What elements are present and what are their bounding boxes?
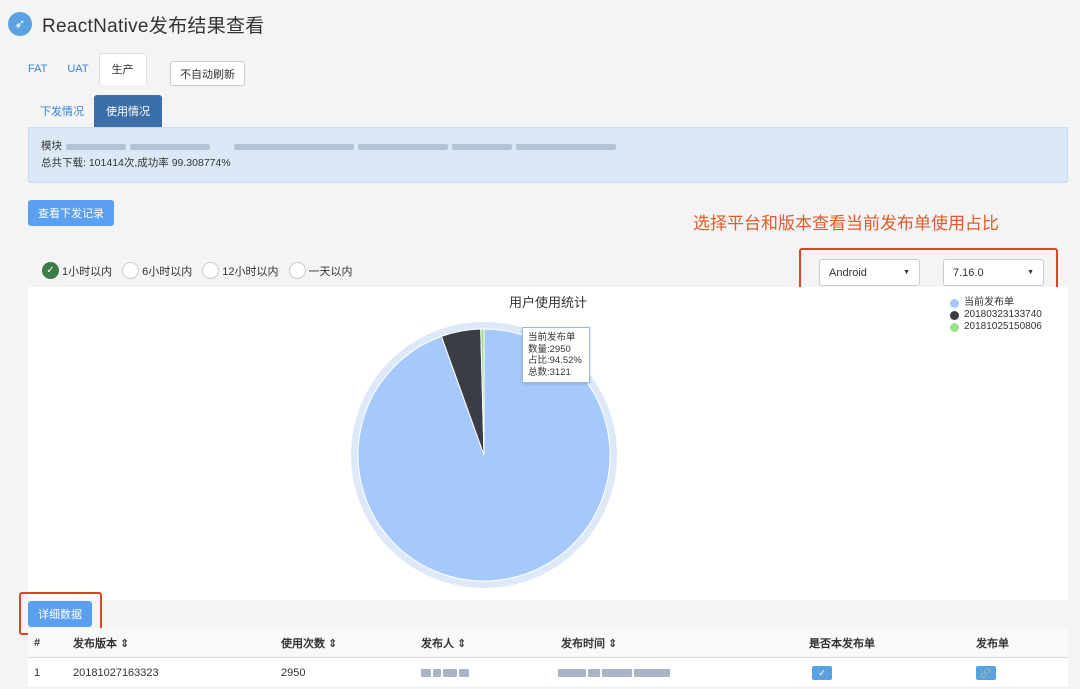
link-icon: 🔗 <box>976 666 996 680</box>
usage-chart-panel: 用户使用统计 当前发布单 20180323133740 201810251508… <box>28 287 1068 600</box>
rocket-icon: ➶ <box>8 12 32 36</box>
platform-value: Android <box>829 266 867 279</box>
row-release-link[interactable]: 🔗 <box>976 658 996 688</box>
annotation-text: 选择平台和版本查看当前发布单使用占比 <box>693 214 999 233</box>
legend-dot <box>950 298 959 308</box>
legend-label: 20180323133740 <box>964 309 1042 320</box>
chart-legend: 当前发布单 20180323133740 20181025150806 <box>950 297 1042 333</box>
module-line: 模块 <box>41 138 1055 155</box>
redacted-text <box>452 143 512 150</box>
platform-select[interactable]: Android ▼ <box>819 259 920 286</box>
table-row: 1 20181027163323 2950 ✓ 🔗 <box>28 658 1068 688</box>
col-release: 发布单 <box>976 638 1009 650</box>
tooltip-count: 数量:2950 <box>528 343 571 355</box>
legend-item[interactable]: 当前发布单 <box>950 297 1042 309</box>
app-header: ➶ ReactNative发布结果查看 <box>8 10 265 38</box>
table-header: # 发布版本 ⇕ 使用次数 ⇕ 发布人 ⇕ 发布时间 ⇕ 是否本发布单 发布单 <box>28 628 1068 658</box>
download-summary: 总共下载: 101414次,成功率 99.308774% <box>41 157 231 169</box>
row-is-current: ✓ <box>812 658 832 688</box>
caret-down-icon: ▼ <box>903 269 910 276</box>
time-filter-group: ✓ 1小时以内 6小时以内 12小时以内 一天以内 <box>42 262 353 279</box>
redacted-text <box>130 143 210 150</box>
col-is-current: 是否本发布单 <box>809 638 875 650</box>
info-box: 模块 总共下载: 101414次,成功率 99.308774% <box>28 127 1068 183</box>
col-publisher[interactable]: 发布人 ⇕ <box>421 628 466 658</box>
redacted-text <box>516 143 616 150</box>
redacted-text <box>66 143 126 150</box>
col-index: # <box>34 637 41 649</box>
radio-12h[interactable]: 12小时以内 <box>202 262 279 279</box>
check-icon: ✓ <box>42 262 59 279</box>
legend-dot <box>950 310 959 320</box>
version-value: 7.16.0 <box>953 266 984 279</box>
legend-label: 当前发布单 <box>964 297 1014 308</box>
row-time-redacted <box>558 658 672 688</box>
tooltip-ratio: 占比:94.52% <box>528 355 582 366</box>
auto-refresh-button[interactable]: 不自动刷新 <box>170 61 245 86</box>
release-table: # 发布版本 ⇕ 使用次数 ⇕ 发布人 ⇕ 发布时间 ⇕ 是否本发布单 发布单 … <box>28 628 1068 688</box>
env-tabs: FAT UAT 生产 <box>18 53 147 85</box>
radio-circle <box>202 262 220 279</box>
radio-1h[interactable]: ✓ 1小时以内 <box>42 262 112 279</box>
row-count: 2950 <box>281 667 306 679</box>
legend-label: 20181025150806 <box>964 321 1042 332</box>
col-count[interactable]: 使用次数 ⇕ <box>281 628 337 658</box>
radio-label: 6小时以内 <box>142 265 193 278</box>
row-version: 20181027163323 <box>73 667 159 679</box>
check-icon: ✓ <box>812 666 832 680</box>
legend-item[interactable]: 20180323133740 <box>950 309 1042 321</box>
tab-uat[interactable]: UAT <box>57 53 98 85</box>
view-records-button[interactable]: 查看下发记录 <box>28 200 114 226</box>
legend-item[interactable]: 20181025150806 <box>950 321 1042 333</box>
detail-data-button[interactable]: 详细数据 <box>28 601 92 627</box>
version-select[interactable]: 7.16.0 ▼ <box>943 259 1044 286</box>
legend-dot <box>950 322 959 332</box>
tab-production[interactable]: 生产 <box>98 53 147 85</box>
radio-6h[interactable]: 6小时以内 <box>122 262 192 279</box>
app-title: ReactNative发布结果查看 <box>42 15 265 37</box>
tab-usage[interactable]: 使用情况 <box>94 95 162 127</box>
sub-tabs: 下发情况 使用情况 <box>30 95 162 127</box>
row-index: 1 <box>34 667 41 679</box>
radio-label: 12小时以内 <box>222 265 279 278</box>
radio-circle <box>122 262 140 279</box>
row-publisher-redacted <box>421 658 471 688</box>
caret-down-icon: ▼ <box>1027 269 1034 276</box>
chart-tooltip: 当前发布单 数量:2950 占比:94.52% 总数:3121 <box>522 327 590 383</box>
radio-label: 1小时以内 <box>62 265 113 278</box>
tooltip-total: 总数:3121 <box>528 366 571 378</box>
radio-label: 一天以内 <box>308 265 353 278</box>
col-time[interactable]: 发布时间 ⇕ <box>561 628 617 658</box>
redacted-text <box>358 143 448 150</box>
tooltip-title: 当前发布单 <box>528 332 576 343</box>
module-label: 模块 <box>41 140 62 152</box>
redacted-text <box>234 143 354 150</box>
radio-circle <box>288 262 306 279</box>
tab-distribution[interactable]: 下发情况 <box>30 95 94 127</box>
col-version[interactable]: 发布版本 ⇕ <box>73 628 129 658</box>
radio-1d[interactable]: 一天以内 <box>288 262 353 279</box>
tab-fat[interactable]: FAT <box>18 53 57 85</box>
